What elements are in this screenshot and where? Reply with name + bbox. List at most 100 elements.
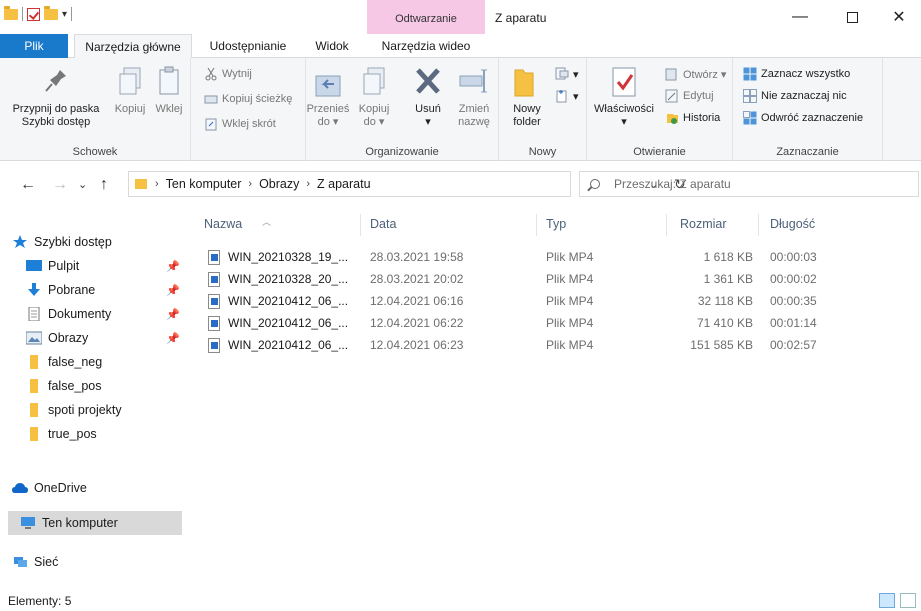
sidebar-item-label: true_pos: [48, 427, 97, 441]
pin-icon[interactable]: 📌: [166, 260, 180, 273]
recent-locations-chevron-icon[interactable]: ⌄: [78, 178, 87, 191]
copy-path-button[interactable]: Kopiuj ścieżkę: [204, 91, 292, 107]
minimize-button[interactable]: —: [777, 0, 823, 34]
pin-to-quick-access-button[interactable]: Przypnij do paska Szybki dostęp: [6, 64, 106, 129]
sidebar-item-onedrive[interactable]: OneDrive: [0, 476, 182, 500]
move-to-button[interactable]: Przenieś do ▾: [306, 64, 350, 129]
table-row[interactable]: WIN_20210412_06_... 12.04.2021 06:22 Pli…: [202, 312, 817, 334]
table-row[interactable]: WIN_20210328_19_... 28.03.2021 19:58 Pli…: [202, 246, 817, 268]
history-button[interactable]: Historia: [665, 110, 720, 126]
easy-access-button[interactable]: ▾: [555, 88, 579, 104]
breadcrumb-separator[interactable]: ›: [155, 178, 159, 190]
new-folder-button[interactable]: Nowy folder: [505, 64, 549, 129]
select-all-button[interactable]: Zaznacz wszystko: [743, 66, 850, 82]
edit-button[interactable]: Edytuj: [665, 88, 714, 104]
column-divider[interactable]: [758, 214, 759, 236]
up-arrow-icon[interactable]: ↑: [100, 176, 108, 194]
pin-icon[interactable]: 📌: [166, 332, 180, 345]
sidebar-item-folder[interactable]: false_pos: [0, 374, 182, 398]
properties-check-icon: [608, 64, 640, 100]
paste-shortcut-button[interactable]: Wklej skrót: [204, 116, 276, 132]
tab-video-tools[interactable]: Narzędzia wideo: [367, 34, 485, 58]
copy-to-label-line2: do ▾: [363, 116, 385, 128]
new-group-label: Nowy: [528, 146, 557, 158]
sidebar-item-documents[interactable]: Dokumenty 📌: [0, 302, 182, 326]
clipboard-group-label: Schowek: [72, 146, 118, 158]
forward-arrow-icon[interactable]: →: [52, 176, 68, 194]
copy-to-button[interactable]: Kopiuj do ▾: [354, 64, 394, 129]
pin-icon[interactable]: 📌: [166, 308, 180, 321]
sidebar-item-label: Sieć: [34, 555, 59, 569]
edit-pencil-icon: [665, 89, 679, 103]
address-bar[interactable]: › Ten komputer › Obrazy › Z aparatu ⌄ ↻: [128, 171, 686, 197]
sidebar-item-pictures[interactable]: Obrazy 📌: [0, 326, 182, 350]
rename-button[interactable]: Zmień nazwę: [454, 64, 494, 129]
sidebar-item-folder[interactable]: spoti projekty: [0, 398, 182, 422]
search-box[interactable]: Przeszukaj: Z aparatu: [579, 171, 919, 197]
select-group-label: Zaznaczanie: [776, 146, 839, 158]
open-button[interactable]: Otwórz ▾: [665, 66, 726, 82]
tab-view[interactable]: Widok: [302, 34, 362, 58]
properties-label-line2: ▾: [621, 116, 627, 128]
new-item-button[interactable]: ▾: [555, 66, 579, 82]
paste-button[interactable]: Wklej: [152, 64, 186, 116]
column-divider[interactable]: [360, 214, 361, 236]
clipboard-group: Przypnij do paska Szybki dostęp Kopiuj W…: [0, 58, 191, 161]
customize-toolbar-dropdown-icon[interactable]: ▾: [62, 9, 67, 20]
breadcrumb-camera-roll[interactable]: Z aparatu: [317, 177, 371, 191]
column-header-date-label: Data: [370, 217, 397, 231]
sidebar-item-folder[interactable]: true_pos: [0, 422, 182, 446]
sidebar-item-quick-access[interactable]: Szybki dostęp: [0, 230, 182, 254]
window-title: Z aparatu: [495, 11, 547, 25]
column-header-date[interactable]: Data: [370, 208, 530, 238]
sidebar-item-downloads[interactable]: Pobrane 📌: [0, 278, 182, 302]
file-name: WIN_20210412_06_...: [228, 338, 349, 352]
details-view-icon[interactable]: [879, 593, 895, 608]
column-header-name[interactable]: Nazwa ︿: [204, 208, 354, 238]
file-duration: 00:01:14: [770, 316, 817, 330]
new-folder-icon[interactable]: [44, 5, 58, 20]
breadcrumb-pictures[interactable]: Obrazy: [259, 177, 299, 191]
column-header-size[interactable]: Rozmiar: [680, 208, 760, 238]
file-date: 12.04.2021 06:22: [370, 316, 464, 330]
invert-selection-icon: [743, 111, 757, 125]
table-row[interactable]: WIN_20210412_06_... 12.04.2021 06:16 Pli…: [202, 290, 817, 312]
properties-check-icon[interactable]: [27, 7, 40, 21]
column-header-duration[interactable]: Długość: [770, 208, 850, 238]
breadcrumb-this-pc[interactable]: Ten komputer: [166, 177, 242, 191]
file-duration: 00:00:03: [770, 250, 817, 264]
sidebar-item-this-pc[interactable]: Ten komputer: [8, 511, 182, 535]
close-button[interactable]: ✕: [876, 0, 921, 34]
select-none-button[interactable]: Nie zaznaczaj nic: [743, 88, 847, 104]
desktop-icon: [26, 259, 42, 273]
maximize-button[interactable]: [829, 0, 875, 34]
back-arrow-icon[interactable]: ←: [20, 176, 36, 194]
breadcrumb-separator[interactable]: ›: [306, 178, 310, 190]
breadcrumb-separator[interactable]: ›: [248, 178, 252, 190]
pictures-icon: [25, 331, 43, 345]
sidebar-item-desktop[interactable]: Pulpit 📌: [0, 254, 182, 278]
column-divider[interactable]: [536, 214, 537, 236]
tab-share[interactable]: Udostępnianie: [200, 34, 296, 58]
delete-button[interactable]: Usuń ▾: [408, 64, 448, 129]
column-divider[interactable]: [666, 214, 667, 236]
table-row[interactable]: WIN_20210328_20_... 28.03.2021 20:02 Pli…: [202, 268, 817, 290]
sidebar-item-folder[interactable]: false_neg: [0, 350, 182, 374]
sidebar-item-network[interactable]: Sieć: [0, 550, 182, 574]
table-row[interactable]: WIN_20210412_06_... 12.04.2021 06:23 Pli…: [202, 334, 817, 356]
select-all-label: Zaznacz wszystko: [761, 68, 851, 80]
tab-home[interactable]: Narzędzia główne: [74, 34, 192, 59]
new-folder-label-line2: folder: [513, 116, 541, 128]
sidebar-item-label: spoti projekty: [48, 403, 122, 417]
copy-button[interactable]: Kopiuj: [112, 64, 148, 116]
invert-selection-button[interactable]: Odwróć zaznaczenie: [743, 110, 863, 126]
column-header-type[interactable]: Typ: [546, 208, 666, 238]
pin-icon[interactable]: 📌: [166, 284, 180, 297]
properties-button[interactable]: Właściwości ▾: [589, 64, 659, 129]
new-folder-label-line1: Nowy: [513, 103, 541, 115]
large-icons-view-icon[interactable]: [900, 593, 916, 608]
tab-file[interactable]: Plik: [0, 34, 68, 58]
cut-button[interactable]: Wytnij: [204, 66, 252, 82]
computer-icon: [20, 516, 36, 530]
quick-access-toolbar: ▾: [4, 5, 73, 21]
